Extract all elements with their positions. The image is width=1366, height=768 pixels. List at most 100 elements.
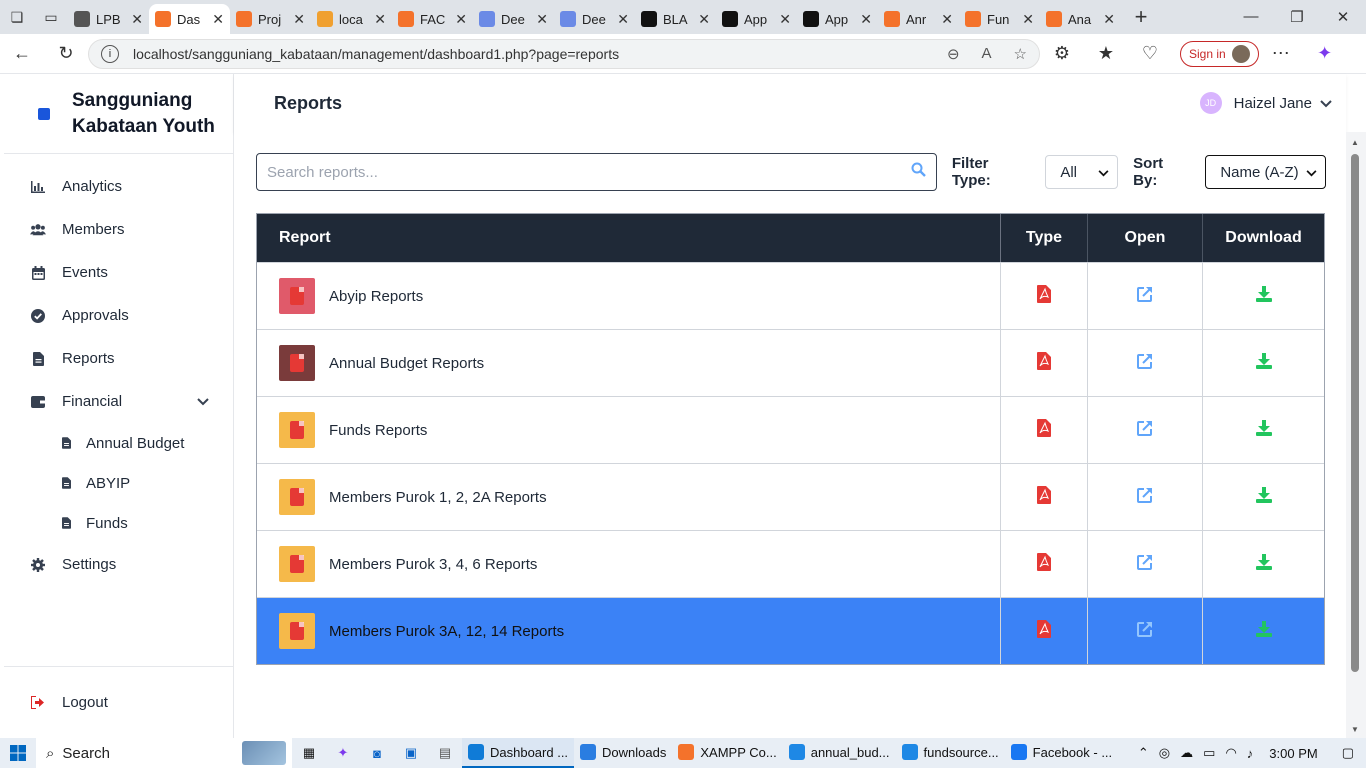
header-report[interactable]: Report (257, 214, 1001, 262)
browser-tab[interactable]: Das ✕ (149, 4, 230, 34)
zoom-icon[interactable]: ⊖ (947, 45, 960, 63)
table-row[interactable]: Members Purok 3, 4, 6 Reports (257, 530, 1324, 597)
sidebar-item-financial[interactable]: Financial (4, 380, 233, 423)
taskbar-search[interactable]: ⌕ Search (36, 738, 292, 768)
header-download[interactable]: Download (1203, 214, 1324, 262)
close-tab-icon[interactable]: ✕ (536, 11, 548, 28)
minimize-button[interactable]: — (1228, 8, 1274, 26)
external-link-icon[interactable] (1137, 353, 1153, 373)
close-tab-icon[interactable]: ✕ (293, 11, 305, 28)
store-icon[interactable]: ▣ (394, 745, 428, 761)
favorite-star-icon[interactable]: ☆ (1014, 45, 1027, 63)
browser-tab[interactable]: Dee ✕ (473, 4, 554, 34)
sidebar-item-members[interactable]: Members (4, 208, 233, 251)
report-cell[interactable]: Members Purok 3A, 12, 14 Reports (257, 598, 1001, 664)
volume-icon[interactable]: ♪ (1247, 746, 1254, 761)
search-icon[interactable] (911, 162, 926, 182)
report-name[interactable]: Members Purok 3, 4, 6 Reports (329, 556, 537, 573)
browser-tab[interactable]: Dee ✕ (554, 4, 635, 34)
report-cell[interactable]: Abyip Reports (257, 263, 1001, 329)
brand[interactable]: Sangguniang Kabataan Youth (4, 74, 233, 154)
sidebar-item-reports[interactable]: Reports (4, 337, 233, 380)
close-tab-icon[interactable]: ✕ (860, 11, 872, 28)
table-row[interactable]: Abyip Reports (257, 262, 1324, 329)
copilot-icon[interactable]: ✦ (1303, 43, 1347, 64)
browser-tab[interactable]: App ✕ (797, 4, 878, 34)
browser-tab[interactable]: Fun ✕ (959, 4, 1040, 34)
notepad-icon[interactable]: ▤ (428, 745, 462, 761)
download-icon[interactable] (1255, 554, 1272, 574)
close-tab-icon[interactable]: ✕ (698, 11, 710, 28)
browser-tab[interactable]: Ana ✕ (1040, 4, 1121, 34)
scrollbar-thumb[interactable] (1351, 154, 1359, 672)
taskbar-app[interactable]: XAMPP Co... (672, 738, 782, 768)
sidebar-subitem-abyip[interactable]: ABYIP (4, 463, 233, 503)
close-tab-icon[interactable]: ✕ (1103, 11, 1115, 28)
external-link-icon[interactable] (1137, 621, 1153, 641)
report-cell[interactable]: Members Purok 1, 2, 2A Reports (257, 464, 1001, 530)
report-name[interactable]: Annual Budget Reports (329, 355, 484, 372)
outlook-icon[interactable]: ◙ (360, 746, 394, 761)
more-menu-icon[interactable]: ⋯ (1259, 43, 1303, 64)
taskbar-app[interactable]: Dashboard ... (462, 738, 575, 768)
site-info-icon[interactable]: i (101, 44, 119, 63)
close-tab-icon[interactable]: ✕ (131, 11, 143, 28)
taskbar-app[interactable]: fundsource... (896, 738, 1005, 768)
sidebar-item-events[interactable]: Events (4, 251, 233, 294)
sort-by-select[interactable]: Name (A-Z) (1205, 155, 1326, 189)
camera-icon[interactable]: ◎ (1159, 745, 1170, 761)
download-icon[interactable] (1255, 353, 1272, 373)
report-name[interactable]: Abyip Reports (329, 288, 423, 305)
table-row[interactable]: Annual Budget Reports (257, 329, 1324, 396)
browser-essentials-icon[interactable]: ♡ (1128, 43, 1172, 64)
scroll-down-icon[interactable]: ▼ (1351, 725, 1359, 734)
download-icon[interactable] (1255, 621, 1272, 641)
restore-button[interactable]: ❐ (1274, 8, 1320, 26)
workspaces-icon[interactable]: ❏ (0, 0, 34, 34)
report-name[interactable]: Members Purok 1, 2, 2A Reports (329, 489, 547, 506)
windows-start-icon[interactable] (0, 745, 36, 761)
copilot-icon[interactable]: ✦ (326, 745, 360, 761)
chevron-up-icon[interactable]: ⌃ (1138, 745, 1149, 761)
external-link-icon[interactable] (1137, 286, 1153, 306)
notifications-icon[interactable]: ▢ (1342, 745, 1354, 761)
clock-time[interactable]: 3:00 PM (1269, 746, 1317, 761)
browser-tab[interactable]: Anr ✕ (878, 4, 959, 34)
address-bar[interactable]: i localhost/sangguniang_kabataan/managem… (88, 38, 1040, 69)
filter-type-select[interactable]: All (1045, 155, 1119, 189)
url-text[interactable]: localhost/sangguniang_kabataan/managemen… (133, 46, 925, 62)
close-tab-icon[interactable]: ✕ (212, 11, 224, 28)
external-link-icon[interactable] (1137, 487, 1153, 507)
external-link-icon[interactable] (1137, 554, 1153, 574)
report-cell[interactable]: Annual Budget Reports (257, 330, 1001, 396)
close-window-button[interactable]: ✕ (1320, 8, 1366, 26)
browser-tab[interactable]: loca ✕ (311, 4, 392, 34)
vertical-tabs-icon[interactable]: ▭ (34, 0, 68, 34)
logout-button[interactable]: Logout (4, 666, 233, 738)
report-cell[interactable]: Funds Reports (257, 397, 1001, 463)
header-open[interactable]: Open (1088, 214, 1203, 262)
sidebar-item-analytics[interactable]: Analytics (4, 165, 233, 208)
user-menu[interactable]: JD Haizel Jane (1199, 92, 1332, 114)
browser-tab[interactable]: Proj ✕ (230, 4, 311, 34)
report-name[interactable]: Members Purok 3A, 12, 14 Reports (329, 623, 564, 640)
report-name[interactable]: Funds Reports (329, 422, 427, 439)
close-tab-icon[interactable]: ✕ (1022, 11, 1034, 28)
scroll-up-icon[interactable]: ▲ (1351, 138, 1359, 147)
download-icon[interactable] (1255, 286, 1272, 306)
report-cell[interactable]: Members Purok 3, 4, 6 Reports (257, 531, 1001, 597)
taskbar-app[interactable]: annual_bud... (783, 738, 896, 768)
table-row[interactable]: Members Purok 3A, 12, 14 Reports (257, 597, 1324, 664)
close-tab-icon[interactable]: ✕ (779, 11, 791, 28)
download-icon[interactable] (1255, 487, 1272, 507)
read-aloud-icon[interactable]: A (982, 45, 992, 62)
cloud-off-icon[interactable]: ☁ (1180, 745, 1193, 761)
sidebar-item-settings[interactable]: Settings (4, 543, 233, 586)
taskbar-app[interactable]: Facebook - ... (1005, 738, 1118, 768)
chevron-down-icon[interactable] (197, 393, 209, 410)
wifi-icon[interactable]: ◠ (1225, 745, 1236, 761)
sidebar-subitem-funds[interactable]: Funds (4, 503, 233, 543)
external-link-icon[interactable] (1137, 420, 1153, 440)
download-icon[interactable] (1255, 420, 1272, 440)
close-tab-icon[interactable]: ✕ (374, 11, 386, 28)
